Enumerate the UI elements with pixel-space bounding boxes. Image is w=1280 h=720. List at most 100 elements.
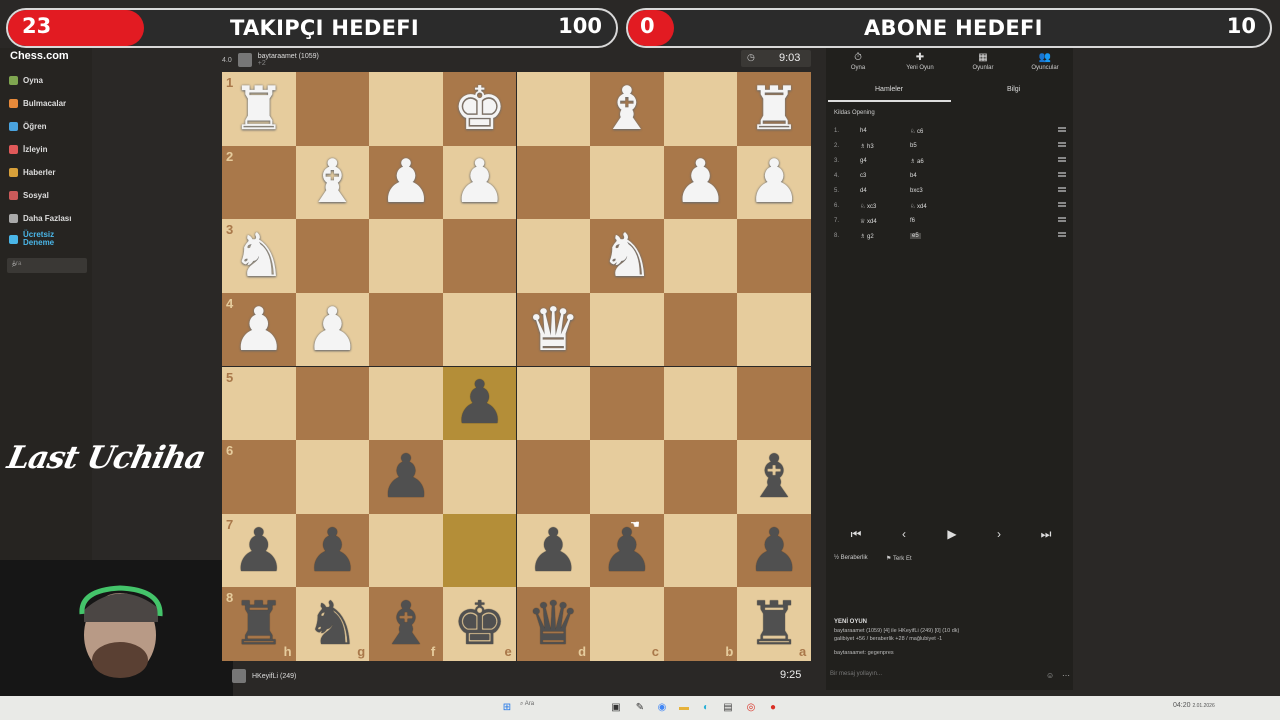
black-move[interactable]: ♗ a6 bbox=[910, 158, 924, 165]
board-square[interactable] bbox=[295, 440, 370, 514]
white-move[interactable]: ♘ xc3 bbox=[860, 203, 876, 210]
board-square[interactable] bbox=[369, 219, 443, 293]
black-pawn-icon[interactable]: ♟ bbox=[443, 367, 517, 441]
black-move[interactable]: b5 bbox=[910, 143, 917, 149]
black-bishop-icon[interactable]: ♝ bbox=[737, 440, 811, 514]
chat-input[interactable]: Bir mesaj yollayın... bbox=[830, 671, 882, 677]
bottom-player-avatar[interactable] bbox=[232, 669, 246, 683]
sidebar-item-6[interactable]: Daha Fazlası bbox=[9, 211, 71, 225]
board-square[interactable] bbox=[516, 440, 591, 514]
white-move[interactable]: c3 bbox=[860, 173, 866, 179]
board-square[interactable] bbox=[442, 219, 517, 293]
black-pawn-icon[interactable]: ♟ bbox=[737, 514, 811, 588]
task-view-icon[interactable]: ▣ bbox=[610, 702, 622, 714]
black-move[interactable]: b4 bbox=[910, 173, 917, 179]
white-move[interactable]: g4 bbox=[860, 158, 867, 164]
panel-tab-2[interactable]: ▦ Oyunlar bbox=[953, 52, 1013, 71]
board-square[interactable] bbox=[663, 72, 738, 146]
white-pawn-icon[interactable]: ♟ bbox=[369, 146, 443, 220]
panel-tab-0[interactable]: ⏱ Oyna bbox=[828, 52, 888, 71]
white-move[interactable]: d4 bbox=[860, 188, 867, 194]
white-move[interactable]: ♗ h3 bbox=[860, 143, 874, 150]
taskbar-search[interactable]: ⌕ Ara bbox=[520, 701, 600, 714]
board-square[interactable] bbox=[663, 292, 738, 367]
white-pawn-icon[interactable]: ♟ bbox=[296, 293, 370, 367]
board-square[interactable] bbox=[516, 219, 591, 293]
board-square[interactable] bbox=[442, 292, 517, 367]
top-player-avatar[interactable] bbox=[237, 53, 252, 67]
sidebar-item-3[interactable]: İzleyin bbox=[9, 142, 47, 156]
sidebar-item-0[interactable]: Oyna bbox=[9, 73, 43, 87]
board-square[interactable] bbox=[369, 366, 443, 441]
board-square[interactable] bbox=[737, 292, 811, 367]
white-queen-icon[interactable]: ♛ bbox=[517, 293, 591, 367]
tab-moves[interactable]: Hamleler bbox=[875, 86, 903, 93]
white-knight-icon[interactable]: ♞ bbox=[590, 219, 664, 293]
play-button[interactable]: ▶ bbox=[934, 527, 970, 543]
recording-icon[interactable]: ● bbox=[767, 702, 779, 714]
sidebar-item-7[interactable]: Ücretsiz Deneme bbox=[9, 231, 63, 247]
sidebar-item-5[interactable]: Sosyal bbox=[9, 188, 49, 202]
chess-board[interactable]: ♜ ♚ ♝ ♜ 1 ♝ ♟ ♟ ♟ ♟ 2 ♞ ♞ 3 ♟ ♟ ♛ 4 ♟ 5 ♟ ♝ 6 ♟ ♟ ♟ ♟ ♟ 7 ♜ ♞ ♝ ♚ ♛ ♜ 8 h g f e… bbox=[222, 72, 811, 661]
chess-logo[interactable]: Chess.com bbox=[10, 50, 69, 62]
board-square[interactable] bbox=[737, 219, 811, 293]
black-move[interactable]: ♘ xd4 bbox=[910, 203, 927, 210]
browser-icon[interactable]: ◉ bbox=[656, 702, 668, 714]
store-icon[interactable]: ▤ bbox=[722, 702, 734, 714]
black-pawn-icon[interactable]: ♟ bbox=[517, 514, 591, 588]
white-move[interactable]: ♗ g2 bbox=[860, 233, 874, 240]
black-move[interactable]: f6 bbox=[910, 218, 915, 224]
board-square[interactable] bbox=[590, 366, 664, 441]
white-pawn-icon[interactable]: ♟ bbox=[737, 146, 811, 220]
board-square[interactable] bbox=[516, 366, 591, 441]
board-square[interactable] bbox=[442, 513, 517, 588]
board-square[interactable] bbox=[442, 440, 517, 514]
black-move[interactable]: e5 bbox=[910, 233, 921, 239]
sidebar-item-1[interactable]: Bulmacalar bbox=[9, 96, 66, 110]
board-square[interactable] bbox=[590, 145, 664, 220]
board-square[interactable] bbox=[369, 292, 443, 367]
next-move-button[interactable]: › bbox=[981, 527, 1017, 543]
top-player-name[interactable]: baytaraamet (1059) bbox=[258, 53, 319, 60]
black-move[interactable]: ♘ c6 bbox=[910, 128, 923, 135]
panel-tab-3[interactable]: 👥 Oyuncular bbox=[1015, 52, 1075, 71]
edge-icon[interactable]: ◐ bbox=[700, 702, 712, 714]
board-square[interactable] bbox=[295, 366, 370, 441]
chrome-icon[interactable]: ◎ bbox=[745, 702, 757, 714]
emoji-icon[interactable]: ☺ bbox=[1046, 671, 1054, 680]
white-bishop-icon[interactable]: ♝ bbox=[296, 146, 370, 220]
board-square[interactable] bbox=[663, 513, 738, 588]
board-square[interactable] bbox=[295, 219, 370, 293]
white-pawn-icon[interactable]: ♟ bbox=[443, 146, 517, 220]
first-move-button[interactable]: ⏮ bbox=[838, 527, 874, 543]
board-square[interactable] bbox=[369, 513, 443, 588]
black-pawn-icon[interactable]: ♟ bbox=[590, 514, 664, 588]
white-pawn-icon[interactable]: ♟ bbox=[664, 146, 738, 220]
app-icon[interactable]: ✎ bbox=[634, 702, 646, 714]
windows-start-icon[interactable]: ⊞ bbox=[501, 702, 513, 714]
tab-info[interactable]: Bilgi bbox=[1007, 86, 1020, 93]
sidebar-item-2[interactable]: Öğren bbox=[9, 119, 47, 133]
sidebar-item-4[interactable]: Haberler bbox=[9, 165, 55, 179]
sidebar-search-input[interactable]: Ara ⌕ bbox=[7, 258, 87, 273]
white-bishop-icon[interactable]: ♝ bbox=[590, 72, 664, 146]
board-square[interactable] bbox=[737, 366, 811, 441]
board-square[interactable] bbox=[295, 72, 370, 146]
board-square[interactable] bbox=[663, 440, 738, 514]
white-move[interactable]: h4 bbox=[860, 128, 867, 134]
more-icon[interactable]: ⋯ bbox=[1062, 671, 1070, 680]
board-square[interactable] bbox=[590, 292, 664, 367]
last-move-button[interactable]: ⏭ bbox=[1028, 527, 1064, 543]
white-king-icon[interactable]: ♚ bbox=[443, 72, 517, 146]
draw-button[interactable]: ½ Beraberlik bbox=[834, 555, 868, 561]
black-pawn-icon[interactable]: ♟ bbox=[369, 440, 443, 514]
white-rook-icon[interactable]: ♜ bbox=[737, 72, 811, 146]
folder-icon[interactable]: ▬ bbox=[678, 702, 690, 714]
prev-move-button[interactable]: ‹ bbox=[886, 527, 922, 543]
board-square[interactable] bbox=[663, 219, 738, 293]
panel-tab-1[interactable]: ✚ Yeni Oyun bbox=[890, 52, 950, 71]
board-square[interactable] bbox=[663, 366, 738, 441]
black-move[interactable]: bxc3 bbox=[910, 188, 923, 194]
board-square[interactable] bbox=[516, 72, 591, 146]
bottom-player-name[interactable]: HKeyifLi (249) bbox=[252, 673, 296, 680]
